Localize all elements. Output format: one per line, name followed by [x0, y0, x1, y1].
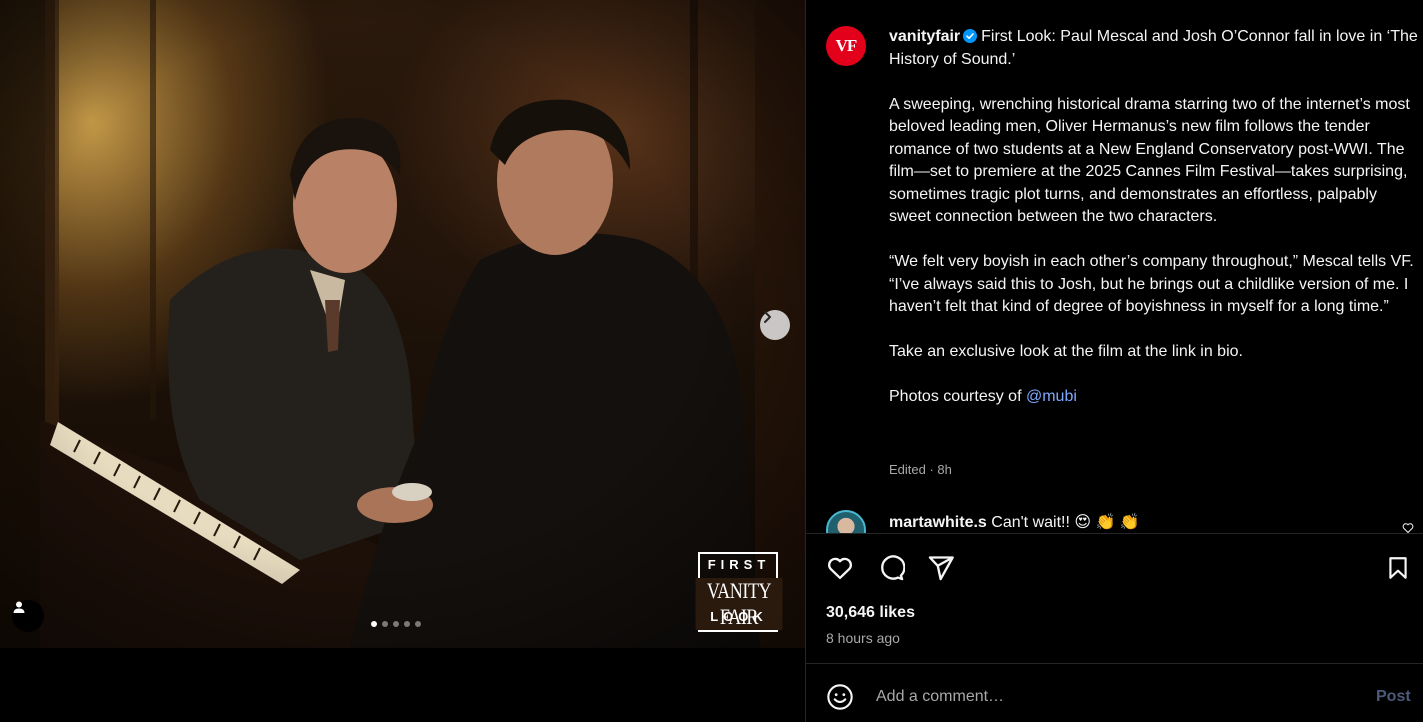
comment-composer: Post: [806, 663, 1423, 722]
share-button[interactable]: [926, 553, 956, 583]
like-button[interactable]: [825, 553, 855, 583]
photo-illustration: [0, 0, 805, 648]
caption-paragraph: A sweeping, wrenching historical drama s…: [889, 95, 1410, 226]
commenter-avatar[interactable]: [826, 510, 866, 533]
comment-bubble-icon: [881, 555, 905, 581]
carousel-dot: [371, 621, 377, 627]
tagged-users-button[interactable]: [12, 600, 44, 632]
credit-mention-link[interactable]: @mubi: [1026, 388, 1077, 405]
caption-credit: Photos courtesy of @mubi: [889, 386, 1419, 409]
comment-body: martawhite.s Can't wait!! 😍 👏 👏: [889, 512, 1140, 532]
author-avatar[interactable]: VF: [826, 26, 866, 66]
comment-button[interactable]: [876, 553, 906, 583]
author-username[interactable]: vanityfair: [889, 28, 960, 45]
commenter-username[interactable]: martawhite.s: [889, 514, 987, 531]
post-timestamp[interactable]: 8 hours ago: [826, 630, 900, 646]
like-count[interactable]: 30,646 likes: [826, 604, 915, 622]
carousel-dot: [415, 621, 421, 627]
comment-heart-icon[interactable]: [1402, 522, 1414, 533]
person-icon: [13, 601, 25, 613]
save-button[interactable]: [1383, 553, 1413, 583]
carousel-indicator: [371, 621, 421, 627]
post-photo[interactable]: FIRST VANITY FAIR LOOK: [0, 0, 805, 648]
heart-icon: [827, 557, 853, 580]
smiley-icon: [827, 684, 853, 710]
credit-prefix: Photos courtesy of: [889, 388, 1026, 405]
carousel-dot: [404, 621, 410, 627]
first-look-badge: FIRST VANITY FAIR LOOK: [686, 552, 792, 632]
emoji-button[interactable]: [825, 682, 855, 712]
carousel-next-button[interactable]: [760, 310, 790, 340]
caption-headline-row: vanityfair First Look: Paul Mescal and Jo…: [889, 26, 1419, 71]
post-actions: 30,646 likes 8 hours ago: [806, 533, 1423, 663]
verified-badge-icon: [963, 29, 978, 43]
paper-plane-icon: [928, 556, 954, 581]
caption-paragraph: “We felt very boyish in each other’s com…: [889, 253, 1414, 315]
post-side-panel: VF vanityfair First Look: Paul Mescal and…: [805, 0, 1423, 722]
author-avatar-text: VF: [835, 36, 858, 55]
comment-item: martawhite.s Can't wait!! 😍 👏 👏: [826, 510, 1416, 533]
edited-meta: Edited · 8h: [889, 462, 952, 477]
carousel-dot: [382, 621, 388, 627]
bookmark-icon: [1389, 557, 1407, 579]
comment-input[interactable]: [876, 682, 1326, 712]
badge-top-text: FIRST: [707, 557, 771, 572]
comment-text: Can't wait!! 😍 👏 👏: [991, 514, 1140, 531]
carousel-dot: [393, 621, 399, 627]
chevron-right-icon: [764, 311, 771, 323]
caption-paragraph: Take an exclusive look at the film at th…: [889, 343, 1243, 360]
post-comment-button[interactable]: Post: [1376, 688, 1411, 706]
caption-scroll-area[interactable]: VF vanityfair First Look: Paul Mescal and…: [806, 0, 1423, 533]
post-caption: vanityfair First Look: Paul Mescal and Jo…: [889, 26, 1419, 431]
media-pane: FIRST VANITY FAIR LOOK: [0, 0, 805, 722]
badge-bottom-text: LOOK: [710, 609, 768, 624]
